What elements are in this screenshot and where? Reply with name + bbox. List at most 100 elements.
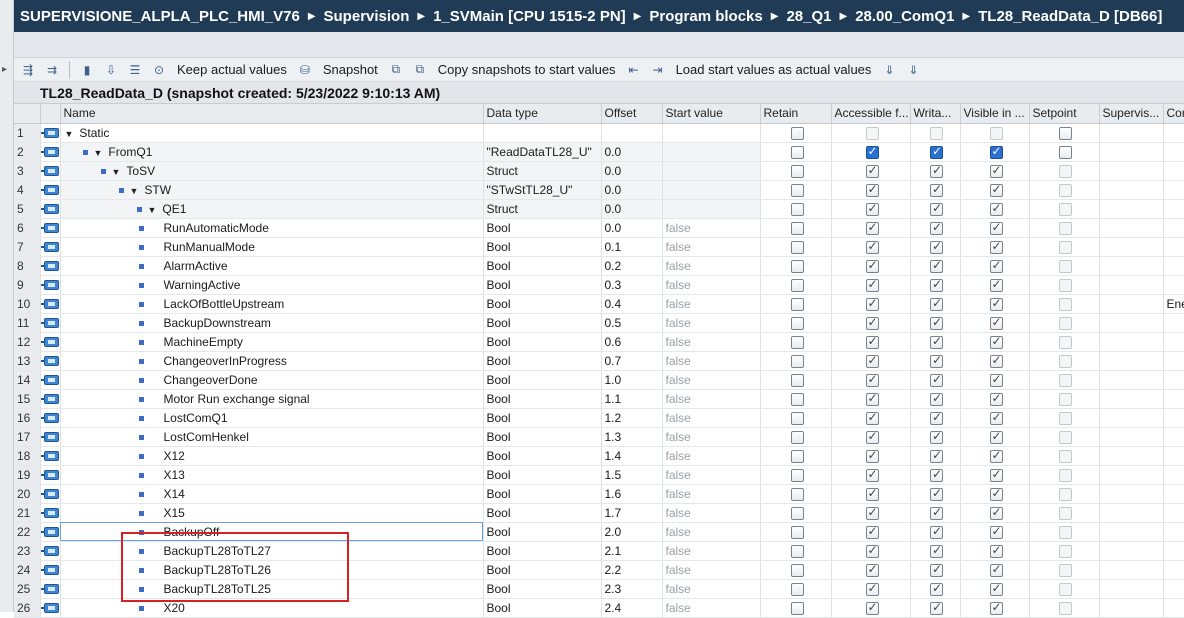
comment-cell[interactable] xyxy=(1163,332,1184,352)
retain-checkbox[interactable] xyxy=(790,449,804,463)
writable-checkbox[interactable] xyxy=(930,581,943,596)
visible-checkbox[interactable] xyxy=(989,182,1003,197)
supervision-cell[interactable] xyxy=(1099,427,1164,447)
visible-checkbox[interactable] xyxy=(989,334,1003,349)
retain-cell[interactable] xyxy=(760,427,832,447)
retain-cell[interactable] xyxy=(760,579,832,599)
writable-checkbox[interactable] xyxy=(930,372,943,387)
visible-cell[interactable] xyxy=(960,408,1030,428)
supervision-cell[interactable] xyxy=(1099,522,1164,542)
table-row[interactable]: 4 ▼ STW "STwStTL28_U" 0.0 xyxy=(14,180,1184,200)
accessible-cell[interactable] xyxy=(831,579,911,599)
column-header[interactable]: Writa... xyxy=(910,104,961,124)
visible-cell[interactable] xyxy=(960,579,1030,599)
writable-cell[interactable] xyxy=(910,427,961,447)
visible-cell[interactable] xyxy=(960,522,1030,542)
visible-cell[interactable] xyxy=(960,123,1030,143)
retain-cell[interactable] xyxy=(760,541,832,561)
supervision-cell[interactable] xyxy=(1099,142,1164,162)
datatype-cell[interactable]: Bool xyxy=(483,275,602,295)
name-cell[interactable]: WarningActive xyxy=(60,275,484,295)
setpoint-checkbox[interactable] xyxy=(1059,164,1072,178)
name-cell[interactable]: X15 xyxy=(60,503,484,523)
visible-cell[interactable] xyxy=(960,332,1030,352)
accessible-cell[interactable] xyxy=(831,427,911,447)
writable-checkbox[interactable] xyxy=(930,334,943,349)
column-header[interactable]: Start value xyxy=(662,104,761,124)
retain-checkbox[interactable] xyxy=(790,430,804,444)
table-row[interactable]: 16 LostComQ1 Bool 1.2 false xyxy=(14,408,1184,428)
writable-cell[interactable] xyxy=(910,332,961,352)
accessible-cell[interactable] xyxy=(831,541,911,561)
visible-checkbox[interactable] xyxy=(989,600,1003,615)
accessible-cell[interactable] xyxy=(831,161,911,181)
retain-checkbox[interactable] xyxy=(790,202,804,216)
retain-checkbox[interactable] xyxy=(790,221,804,235)
writable-checkbox[interactable] xyxy=(930,524,943,539)
retain-checkbox[interactable] xyxy=(790,392,804,406)
start-value-cell[interactable]: false xyxy=(662,446,761,466)
accessible-cell[interactable] xyxy=(831,180,911,200)
comment-cell[interactable] xyxy=(1163,579,1184,599)
visible-checkbox[interactable] xyxy=(989,144,1003,159)
accessible-checkbox[interactable] xyxy=(865,429,879,444)
name-cell[interactable]: BackupTL28ToTL26 xyxy=(60,560,484,580)
setpoint-cell[interactable] xyxy=(1029,161,1100,181)
writable-checkbox[interactable] xyxy=(930,296,943,311)
visible-checkbox[interactable] xyxy=(989,201,1003,216)
retain-cell[interactable] xyxy=(760,560,832,580)
table-row[interactable]: 7 RunManualMode Bool 0.1 false xyxy=(14,237,1184,257)
retain-cell[interactable] xyxy=(760,446,832,466)
comment-cell[interactable] xyxy=(1163,351,1184,371)
accessible-checkbox[interactable] xyxy=(865,126,879,140)
visible-cell[interactable] xyxy=(960,484,1030,504)
retain-cell[interactable] xyxy=(760,484,832,504)
writable-checkbox[interactable] xyxy=(930,201,943,216)
datatype-cell[interactable]: Bool xyxy=(483,256,602,276)
table-row[interactable]: 23 BackupTL28ToTL27 Bool 2.1 false xyxy=(14,541,1184,561)
visible-checkbox[interactable] xyxy=(989,429,1003,444)
name-cell[interactable]: BackupTL28ToTL25 xyxy=(60,579,484,599)
accessible-checkbox[interactable] xyxy=(865,467,879,482)
visible-cell[interactable] xyxy=(960,180,1030,200)
retain-checkbox[interactable] xyxy=(790,601,804,615)
supervision-cell[interactable] xyxy=(1099,484,1164,504)
start-value-cell[interactable]: false xyxy=(662,294,761,314)
datatype-cell[interactable]: Bool xyxy=(483,541,602,561)
accessible-cell[interactable] xyxy=(831,351,911,371)
name-cell[interactable]: Motor Run exchange signal xyxy=(60,389,484,409)
visible-cell[interactable] xyxy=(960,541,1030,561)
breadcrumb-item[interactable]: 28.00_ComQ1 xyxy=(855,8,954,25)
setpoint-cell[interactable] xyxy=(1029,389,1100,409)
accessible-cell[interactable] xyxy=(831,446,911,466)
table-row[interactable]: 18 X12 Bool 1.4 false xyxy=(14,446,1184,466)
comment-cell[interactable] xyxy=(1163,256,1184,276)
retain-cell[interactable] xyxy=(760,161,832,181)
name-cell[interactable]: LostComHenkel xyxy=(60,427,484,447)
accessible-checkbox[interactable] xyxy=(865,543,879,558)
supervision-cell[interactable] xyxy=(1099,579,1164,599)
supervision-cell[interactable] xyxy=(1099,256,1164,276)
table-row[interactable]: 3 ▼ ToSV Struct 0.0 xyxy=(14,161,1184,181)
setpoint-checkbox[interactable] xyxy=(1059,278,1072,292)
setpoint-cell[interactable] xyxy=(1029,408,1100,428)
supervision-cell[interactable] xyxy=(1099,332,1164,352)
accessible-cell[interactable] xyxy=(831,275,911,295)
visible-checkbox[interactable] xyxy=(989,562,1003,577)
supervision-cell[interactable] xyxy=(1099,465,1164,485)
column-header[interactable]: Cor xyxy=(1163,104,1184,124)
supervision-cell[interactable] xyxy=(1099,446,1164,466)
start-value-cell[interactable] xyxy=(662,161,761,181)
setpoint-cell[interactable] xyxy=(1029,427,1100,447)
datatype-cell[interactable]: Bool xyxy=(483,598,602,618)
accessible-cell[interactable] xyxy=(831,237,911,257)
setpoint-checkbox[interactable] xyxy=(1059,563,1072,577)
writable-cell[interactable] xyxy=(910,579,961,599)
supervision-cell[interactable] xyxy=(1099,180,1164,200)
setpoint-checkbox[interactable] xyxy=(1059,221,1072,235)
accessible-checkbox[interactable] xyxy=(865,334,879,349)
writable-cell[interactable] xyxy=(910,161,961,181)
comment-cell[interactable] xyxy=(1163,199,1184,219)
accessible-cell[interactable] xyxy=(831,560,911,580)
column-header[interactable]: Retain xyxy=(760,104,832,124)
